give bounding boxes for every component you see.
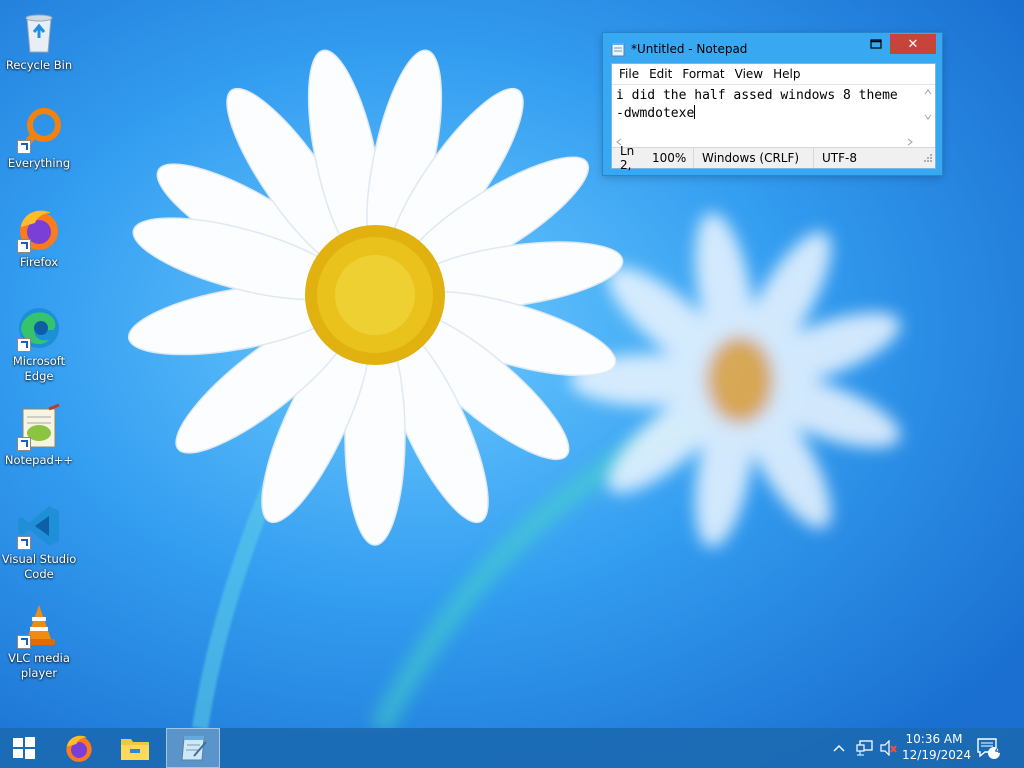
everything-search-icon	[15, 106, 63, 154]
clock-date: 12/19/2024	[902, 748, 972, 762]
network-button[interactable]	[852, 728, 878, 768]
maximize-icon	[870, 39, 882, 49]
desktop-icon-firefox[interactable]: Firefox	[0, 199, 78, 270]
edge-icon	[15, 304, 63, 352]
volume-muted-icon	[880, 740, 897, 756]
notification-count-badge: 4	[994, 746, 1002, 756]
recycle-bin-icon	[15, 8, 63, 56]
notepad-title-text: *Untitled - Notepad	[631, 42, 748, 56]
desktop-icon-label: Firefox	[19, 255, 59, 269]
text-line-2: -dwmdotexe	[616, 106, 695, 121]
taskbar-clock[interactable]: 10:36 AM 12/19/2024	[902, 731, 972, 763]
scroll-up-arrow-icon	[924, 89, 932, 95]
shortcut-arrow-icon	[17, 635, 31, 649]
desktop-icon-recycle-bin[interactable]: Recycle Bin	[0, 2, 78, 73]
notepad-icon	[181, 736, 207, 761]
status-encoding: UTF-8	[822, 151, 857, 165]
firefox-icon	[66, 735, 92, 762]
scroll-right-arrow-icon	[907, 138, 913, 146]
firefox-icon	[15, 205, 63, 253]
maximize-button[interactable]	[862, 34, 890, 54]
desktop-icon-label: Microsoft Edge	[12, 354, 66, 383]
status-position: Ln 2,	[620, 144, 635, 172]
taskbar-file-explorer[interactable]	[112, 728, 158, 768]
notepad-text-area[interactable]: i did the half assed windows 8 theme -dw…	[612, 84, 935, 149]
status-line-endings: Windows (CRLF)	[694, 148, 814, 168]
action-center-button[interactable]: 4	[970, 728, 1006, 768]
network-icon	[856, 740, 873, 756]
notepad-plus-plus-icon	[15, 403, 63, 451]
vertical-scrollbar[interactable]	[921, 85, 935, 131]
vlc-icon	[15, 601, 63, 649]
show-hidden-icons-button[interactable]	[828, 728, 850, 768]
status-zoom: 100%	[648, 148, 694, 168]
folder-icon	[121, 739, 149, 760]
notepad-client-area: File Edit Format View Help i did the hal…	[611, 63, 936, 172]
window-controls: ✕	[862, 34, 936, 54]
taskbar-notepad[interactable]	[166, 728, 220, 768]
start-button[interactable]	[0, 728, 48, 768]
menu-help[interactable]: Help	[770, 67, 807, 81]
text-line-1: i did the half assed windows 8 theme	[616, 88, 898, 103]
scroll-down-arrow-icon	[924, 114, 932, 120]
clock-time: 10:36 AM	[905, 732, 963, 746]
shortcut-arrow-icon	[17, 140, 31, 154]
notepad-text: i did the half assed windows 8 theme -dw…	[616, 87, 898, 123]
menu-view[interactable]: View	[732, 67, 770, 81]
taskbar: 10:36 AM 12/19/2024 4	[0, 728, 1024, 768]
close-button[interactable]: ✕	[890, 34, 936, 54]
notepad-window[interactable]: *Untitled - Notepad ✕ File Edit Format V…	[603, 33, 942, 175]
desktop-icon-label: Visual Studio Code	[1, 552, 77, 581]
windows-logo-icon	[13, 737, 35, 759]
close-icon: ✕	[907, 36, 919, 52]
notepad-status-bar: Ln 2, 100% Windows (CRLF) UTF-8	[612, 144, 935, 172]
desktop-icon-notepad-plus-plus[interactable]: Notepad++	[0, 397, 78, 468]
desktop-icon-label: Everything	[7, 156, 71, 170]
desktop-icon-label: Notepad++	[4, 453, 74, 467]
notepad-app-icon	[611, 42, 625, 56]
chevron-up-icon	[833, 745, 845, 752]
shortcut-arrow-icon	[17, 536, 31, 550]
resize-grip-icon[interactable]	[923, 153, 933, 163]
shortcut-arrow-icon	[17, 338, 31, 352]
desktop-icon-edge[interactable]: Microsoft Edge	[0, 298, 78, 384]
shortcut-arrow-icon	[17, 437, 31, 451]
menu-edit[interactable]: Edit	[646, 67, 679, 81]
vscode-icon	[15, 502, 63, 550]
shortcut-arrow-icon	[17, 239, 31, 253]
notepad-menu-bar: File Edit Format View Help	[612, 64, 935, 84]
text-caret	[694, 105, 696, 119]
notepad-title-bar[interactable]: *Untitled - Notepad	[611, 39, 851, 59]
desktop-icon-label: VLC media player	[8, 651, 70, 680]
menu-file[interactable]: File	[616, 67, 646, 81]
desktop-icon-everything[interactable]: Everything	[0, 100, 78, 171]
menu-format[interactable]: Format	[679, 67, 731, 81]
desktop-icon-vscode[interactable]: Visual Studio Code	[0, 496, 78, 582]
taskbar-firefox[interactable]	[56, 728, 102, 768]
volume-button[interactable]	[878, 728, 900, 768]
desktop-icon-vlc[interactable]: VLC media player	[0, 595, 78, 681]
desktop-icon-label: Recycle Bin	[5, 58, 73, 72]
